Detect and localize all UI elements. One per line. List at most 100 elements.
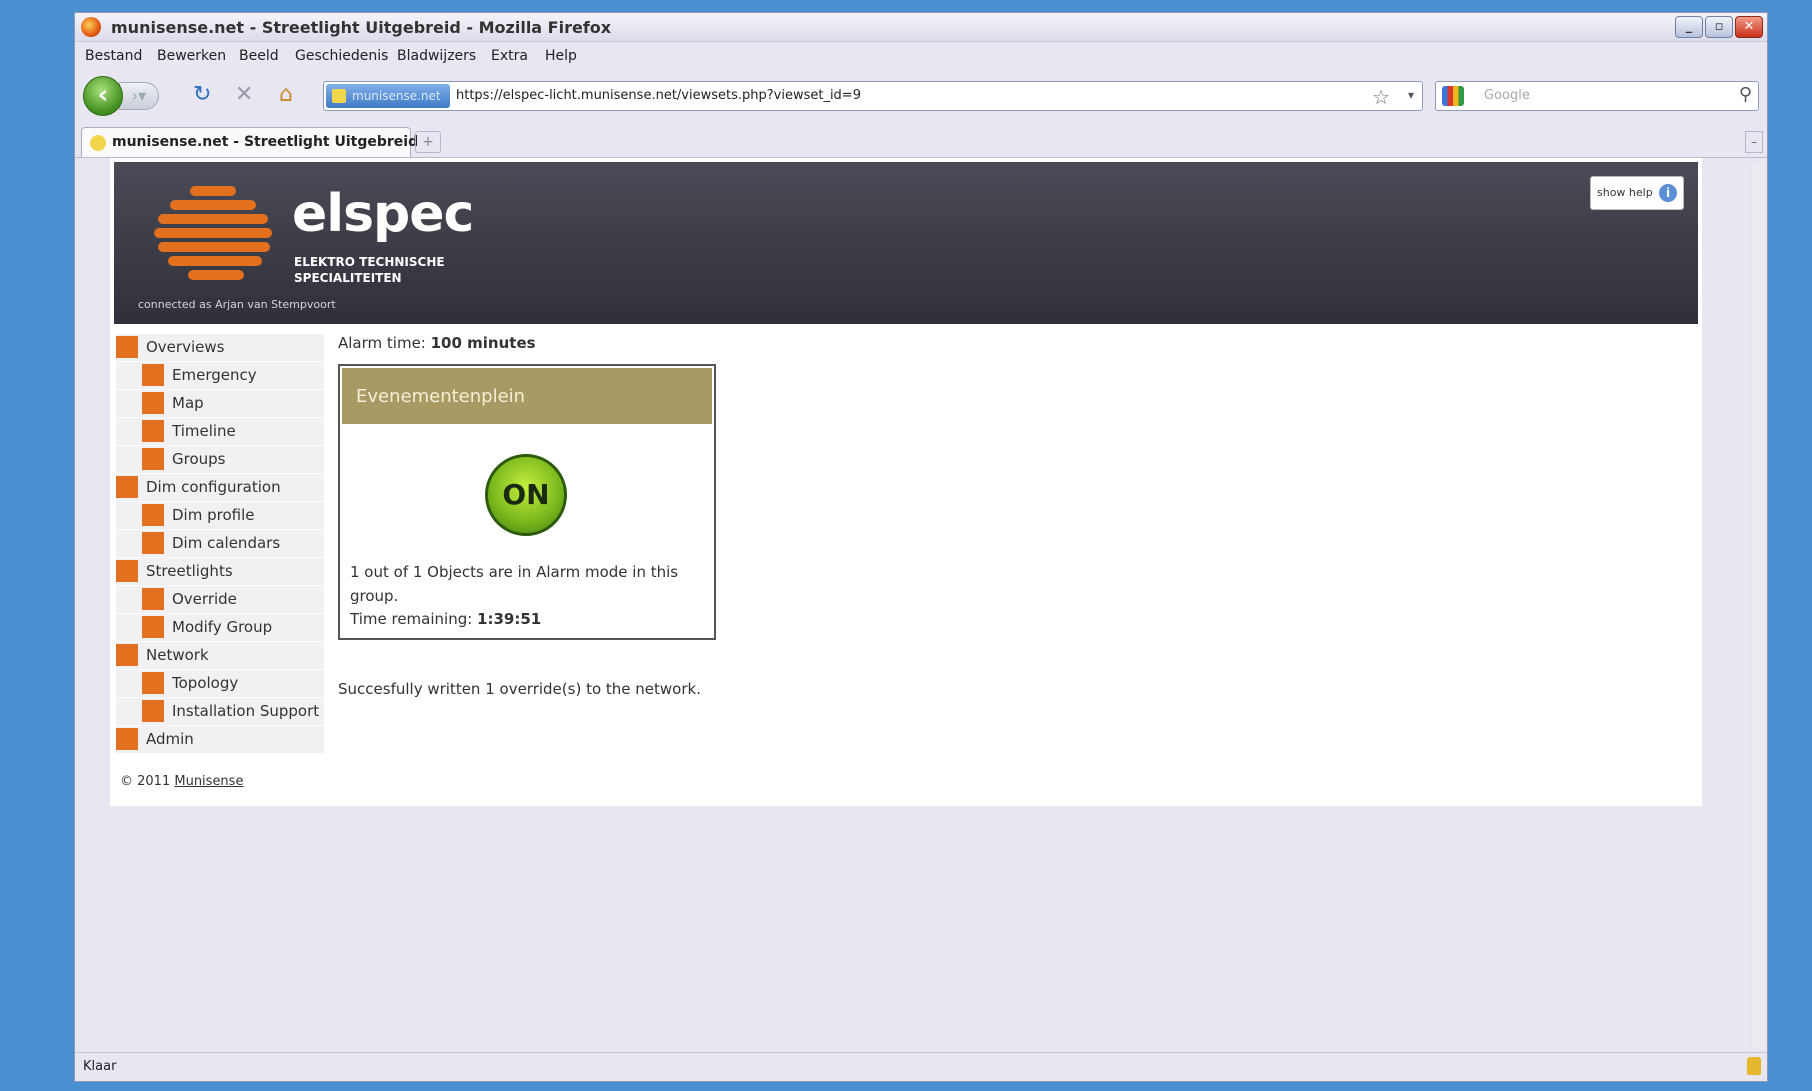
lock-icon[interactable]	[1747, 1057, 1761, 1075]
new-tab-button[interactable]: +	[415, 131, 441, 153]
show-help-label: show help	[1597, 186, 1653, 199]
tab-bar: munisense.net - Streetlight Uitgebreid +…	[75, 123, 1767, 158]
sidebar-item-label: Streetlights	[146, 562, 233, 580]
url-dropdown-icon[interactable]: ▾	[1408, 88, 1414, 102]
bullet-square-icon	[116, 476, 138, 498]
bullet-square-icon	[142, 364, 164, 386]
sidebar-item-groups[interactable]: Groups	[116, 446, 324, 474]
sidebar-item-label: Timeline	[172, 422, 236, 440]
time-remaining: Time remaining: 1:39:51	[350, 610, 541, 628]
menu-help[interactable]: Help	[545, 48, 577, 64]
site-identity-badge[interactable]: munisense.net	[326, 84, 450, 108]
sidebar-item-dim-calendars[interactable]: Dim calendars	[116, 530, 324, 558]
sidebar-item-label: Dim profile	[172, 506, 255, 524]
alarm-time-value: 100 minutes	[430, 334, 536, 352]
back-button[interactable]: ‹	[83, 76, 123, 116]
minimize-button[interactable]: _	[1675, 16, 1703, 38]
bullet-square-icon	[142, 588, 164, 610]
sidebar-item-label: Modify Group	[172, 618, 273, 636]
menu-extra[interactable]: Extra	[491, 48, 528, 64]
window-title: munisense.net - Streetlight Uitgebreid -…	[111, 18, 612, 37]
sidebar-item-label: Emergency	[172, 366, 257, 384]
bullet-square-icon	[142, 616, 164, 638]
sidebar-item-dim-profile[interactable]: Dim profile	[116, 502, 324, 530]
time-remaining-value: 1:39:51	[477, 610, 542, 628]
menu-bladwijzers[interactable]: Bladwijzers	[397, 48, 476, 64]
close-button[interactable]: ✕	[1735, 16, 1763, 38]
maximize-button[interactable]: ▫	[1705, 16, 1733, 38]
google-icon[interactable]	[1442, 86, 1464, 106]
menu-geschiedenis[interactable]: Geschiedenis	[295, 48, 388, 64]
web-page: elspec ELEKTRO TECHNISCHE SPECIALITEITEN…	[110, 158, 1702, 806]
sidebar-item-label: Map	[172, 394, 204, 412]
search-placeholder: Google	[1484, 88, 1530, 103]
search-bar[interactable]: Google ⚲	[1435, 81, 1759, 111]
sidebar-item-streetlights[interactable]: Streetlights	[116, 558, 324, 586]
sidebar-item-topology[interactable]: Topology	[116, 670, 324, 698]
menu-bar: Bestand Bewerken Beeld Geschiedenis Blad…	[75, 42, 1767, 70]
time-remaining-label: Time remaining:	[350, 610, 478, 628]
sidebar-item-label: Dim configuration	[146, 478, 281, 496]
sidebar-item-timeline[interactable]: Timeline	[116, 418, 324, 446]
sidebar-item-label: Groups	[172, 450, 226, 468]
bookmark-star-icon[interactable]: ☆	[1372, 85, 1390, 109]
sidebar-item-label: Dim calendars	[172, 534, 281, 552]
menu-bestand[interactable]: Bestand	[85, 48, 142, 64]
tab-list-button[interactable]: –	[1745, 131, 1763, 153]
status-text: Klaar	[83, 1059, 117, 1074]
menu-bewerken[interactable]: Bewerken	[157, 48, 226, 64]
elspec-logo-icon	[154, 186, 274, 286]
sidebar-item-network[interactable]: Network	[116, 642, 324, 670]
bullet-square-icon	[116, 560, 138, 582]
sidebar-item-modify-group[interactable]: Modify Group	[116, 614, 324, 642]
url-text[interactable]: https://elspec-licht.munisense.net/views…	[456, 88, 861, 103]
sidebar-item-label: Network	[146, 646, 209, 664]
bullet-square-icon	[142, 448, 164, 470]
sidebar-item-label: Overviews	[146, 338, 225, 356]
group-title: Evenementenplein	[356, 386, 526, 407]
bullet-square-icon	[142, 672, 164, 694]
sidebar-nav: Overviews Emergency Map Timeline Groups …	[116, 334, 324, 754]
home-icon[interactable]: ⌂	[279, 82, 293, 108]
sidebar-item-overviews[interactable]: Overviews	[116, 334, 324, 362]
header-banner: elspec ELEKTRO TECHNISCHE SPECIALITEITEN…	[114, 162, 1698, 324]
stop-icon[interactable]: ✕	[235, 82, 253, 108]
bullet-square-icon	[116, 336, 138, 358]
sidebar-item-label: Topology	[172, 674, 239, 692]
sidebar-item-map[interactable]: Map	[116, 390, 324, 418]
menu-beeld[interactable]: Beeld	[239, 48, 279, 64]
munisense-link[interactable]: Munisense	[174, 774, 243, 789]
content-area: elspec ELEKTRO TECHNISCHE SPECIALITEITEN…	[75, 158, 1767, 1053]
firefox-icon	[81, 17, 101, 37]
status-bar: Klaar	[75, 1052, 1767, 1081]
bullet-square-icon	[116, 728, 138, 750]
site-badge-label: munisense.net	[352, 89, 441, 103]
brand-name: elspec	[292, 184, 474, 244]
connected-user-text: connected as Arjan van Stempvoort	[138, 298, 336, 311]
url-bar[interactable]: munisense.net https://elspec-licht.munis…	[323, 81, 1423, 111]
sidebar-item-dim-configuration[interactable]: Dim configuration	[116, 474, 324, 502]
search-icon[interactable]: ⚲	[1739, 84, 1752, 105]
bullet-square-icon	[142, 504, 164, 526]
vertical-scrollbar[interactable]	[1750, 162, 1765, 1049]
show-help-button[interactable]: show help i	[1590, 176, 1684, 210]
sidebar-item-label: Override	[172, 590, 237, 608]
group-card: Evenementenplein ON 1 out of 1 Objects a…	[338, 364, 716, 640]
sidebar-item-label: Installation Support	[172, 702, 320, 720]
success-message: Succesfully written 1 override(s) to the…	[338, 680, 701, 698]
brand-tagline: ELEKTRO TECHNISCHE SPECIALITEITEN	[294, 255, 445, 285]
footer: © 2011 Munisense	[120, 774, 243, 789]
sidebar-item-installation-support[interactable]: Installation Support	[116, 698, 324, 726]
on-state-button[interactable]: ON	[485, 454, 567, 536]
tab-label: munisense.net - Streetlight Uitgebreid	[112, 134, 419, 150]
tab-streetlight[interactable]: munisense.net - Streetlight Uitgebreid	[81, 127, 418, 157]
sidebar-item-override[interactable]: Override	[116, 586, 324, 614]
sidebar-item-emergency[interactable]: Emergency	[116, 362, 324, 390]
group-card-header: Evenementenplein	[342, 368, 712, 424]
forward-button[interactable]: ›▾	[119, 82, 159, 110]
alarm-time: Alarm time: 100 minutes	[338, 334, 536, 352]
reload-icon[interactable]: ↻	[193, 82, 211, 108]
bullet-square-icon	[142, 392, 164, 414]
sidebar-item-admin[interactable]: Admin	[116, 726, 324, 754]
favicon-icon	[332, 89, 346, 103]
